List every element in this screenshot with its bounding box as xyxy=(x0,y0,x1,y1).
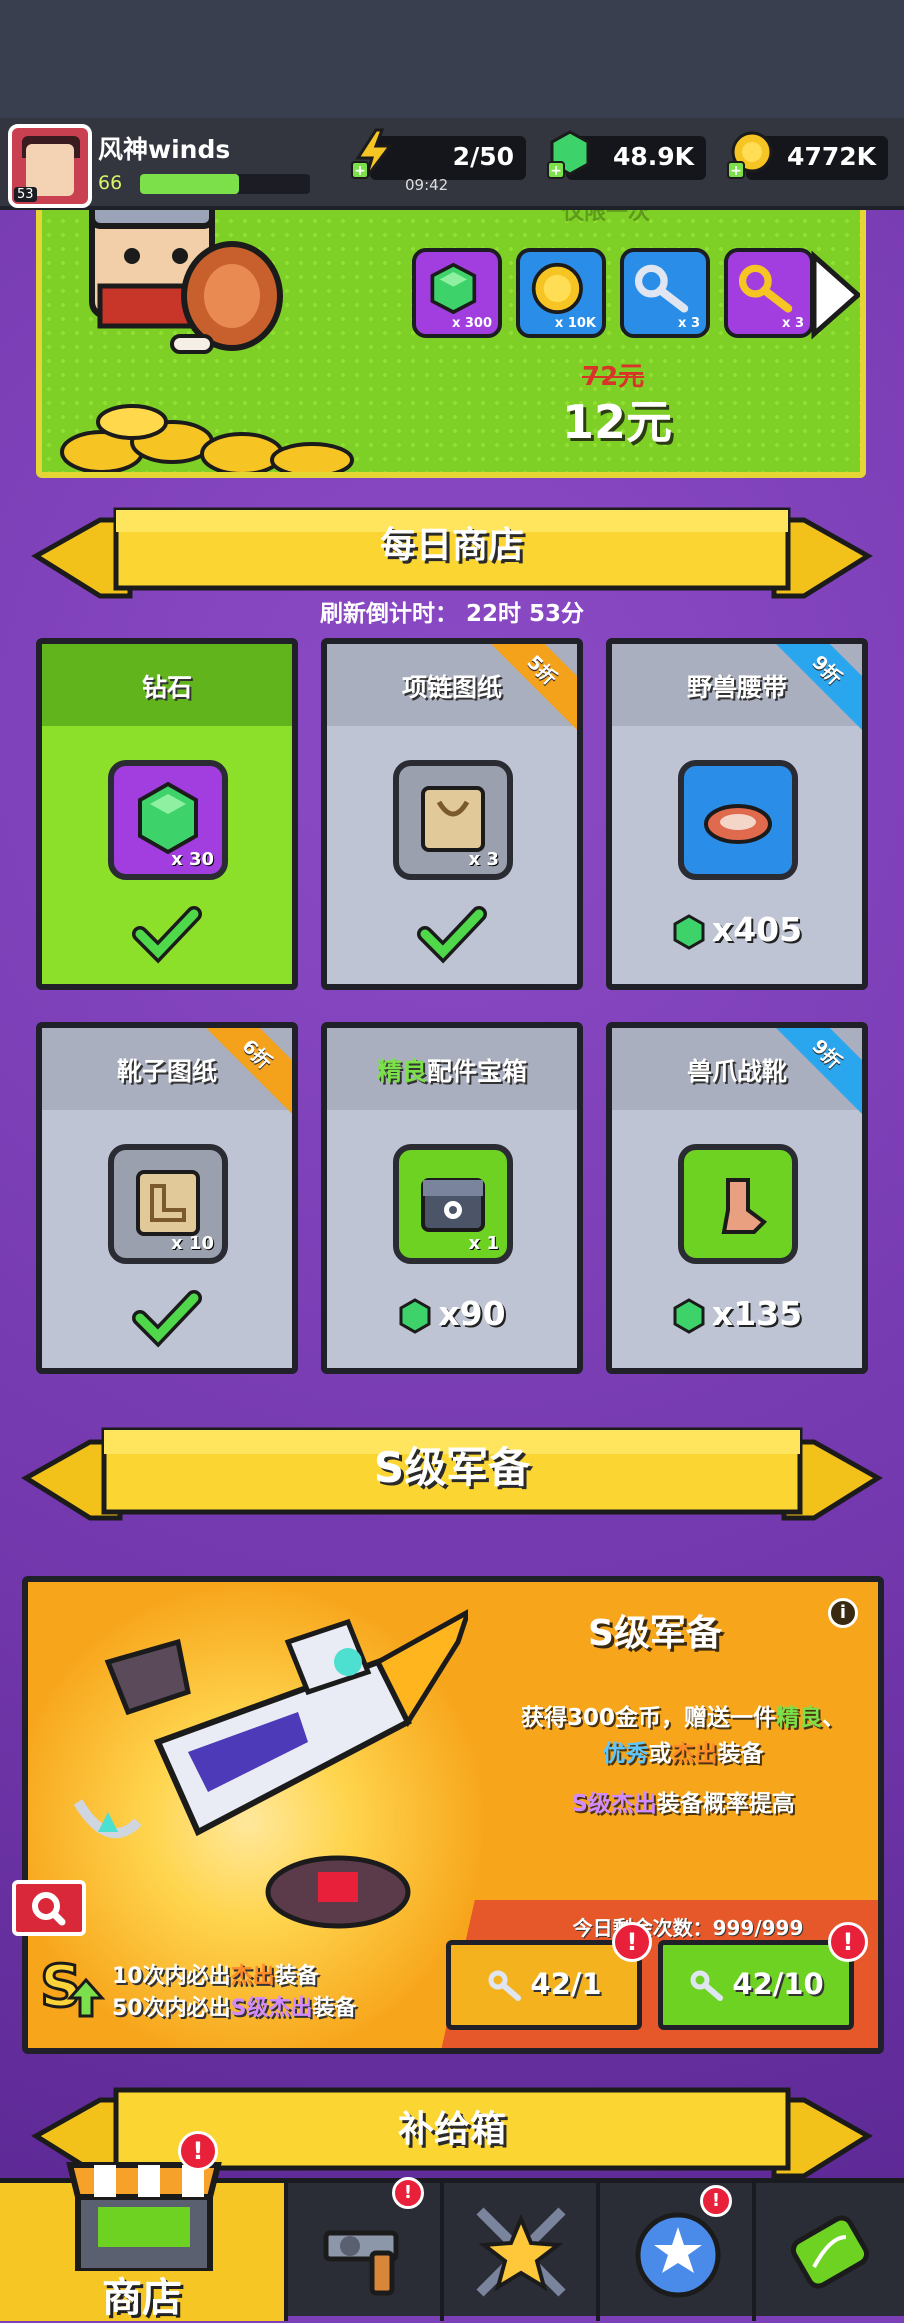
nav-shop[interactable]: ! 商店 xyxy=(0,2131,288,2321)
offer-item-gems[interactable]: x 300 xyxy=(412,248,502,338)
alert-badge-icon: ! xyxy=(612,1922,652,1962)
purchased-check-icon xyxy=(417,906,487,964)
shop-card-accessory-chest[interactable]: 精良配件宝箱 x 1 x90 xyxy=(321,1022,583,1374)
bottom-navigation: ! 商店 ! ! xyxy=(0,2131,904,2321)
s-armament-ribbon-title: S级军备 xyxy=(373,1443,531,1492)
info-icon[interactable]: i xyxy=(828,1598,858,1628)
item-cost: x405 xyxy=(612,904,862,950)
alert-badge-icon: ! xyxy=(392,2177,424,2209)
svg-text:+: + xyxy=(730,163,742,179)
player-level: 66 xyxy=(98,172,123,194)
shop-card-boots-blueprint[interactable]: 靴子图纸 6折 x 10 xyxy=(36,1022,298,1374)
shop-card-necklace-blueprint[interactable]: 项链图纸 5折 x 3 xyxy=(321,638,583,990)
gold-coins-pile xyxy=(60,404,354,472)
draw-ten-button[interactable]: 42/10 xyxy=(658,1940,854,2030)
svg-text:+: + xyxy=(550,163,562,179)
svg-text:S: S xyxy=(40,1952,82,2020)
s-upgrade-badge-icon: S xyxy=(39,1951,106,2020)
player-avatar[interactable]: 53 xyxy=(8,124,92,208)
guarantee-line-2: 50次内必出S级杰出装备 xyxy=(112,1996,357,2021)
card-item-frame xyxy=(678,760,798,880)
item-cost: x90 xyxy=(327,1288,577,1334)
magnifier-icon xyxy=(32,1892,66,1926)
draw-once-button[interactable]: 42/1 xyxy=(446,1940,642,2030)
player-name: 风神winds xyxy=(98,135,231,164)
shop-card-beast-belt[interactable]: 野兽腰带 9折 x405 xyxy=(606,638,868,990)
energy-bolt-icon: + xyxy=(351,128,393,179)
gun-icon xyxy=(323,2230,399,2296)
guarantee-line-1: 10次内必出杰出装备 xyxy=(112,1964,319,1989)
nav-events[interactable]: ! xyxy=(600,2183,756,2321)
silver-key-icon xyxy=(690,1970,724,2001)
s-armament-rate-note: S级杰出装备概率提高 xyxy=(571,1791,795,1817)
crossed-swords-star-icon xyxy=(476,2207,566,2297)
daily-shop-title: 每日商店 xyxy=(379,525,524,566)
s-armament-ribbon: S级军备 xyxy=(0,1422,904,1532)
item-cost: x135 xyxy=(612,1288,862,1334)
alert-badge-icon: ! xyxy=(828,1922,868,1962)
offer-price-button[interactable]: 12元 xyxy=(562,386,672,452)
limited-offer-banner[interactable]: 仅限一次 x 300 x 10K x 3 x 3 72元 12元 xyxy=(36,180,866,478)
beast-belt-icon xyxy=(704,804,772,844)
system-status-bar xyxy=(0,0,904,118)
gem-icon: + xyxy=(547,130,590,179)
card-item-frame: x 3 xyxy=(393,760,513,880)
offer-item-coins[interactable]: x 10K xyxy=(516,248,606,338)
s-armament-description: 获得300金币，赠送一件精良、 优秀或杰出装备 xyxy=(520,1705,845,1767)
gem-icon xyxy=(673,913,705,950)
top-resource-bar: 53 风神winds 66 2/50 + 09:42 48.9K + 4772K… xyxy=(0,118,904,210)
offer-item-gold-keys[interactable]: x 3 xyxy=(724,248,814,338)
purchased-check-icon xyxy=(132,1290,202,1348)
alert-badge-icon: ! xyxy=(700,2185,732,2217)
nav-battle[interactable] xyxy=(444,2183,600,2321)
shop-card-claw-boots[interactable]: 兽爪战靴 9折 x135 xyxy=(606,1022,868,1374)
card-item-frame: x 30 xyxy=(108,760,228,880)
energy-timer: 09:42 xyxy=(405,176,449,194)
card-item-frame: x 10 xyxy=(108,1144,228,1264)
svg-text:+: + xyxy=(354,163,366,179)
dna-capsule-icon xyxy=(790,2215,870,2289)
next-offer-arrow-icon[interactable] xyxy=(808,250,864,340)
gem-icon xyxy=(399,1297,431,1334)
avatar-level-badge: 53 xyxy=(14,187,37,202)
silver-key-icon xyxy=(488,1970,522,2001)
equipment-showcase-illustration xyxy=(73,1609,468,1929)
offer-item-silver-keys[interactable]: x 3 xyxy=(620,248,710,338)
card-item-frame xyxy=(678,1144,798,1264)
alert-badge-icon: ! xyxy=(178,2131,218,2171)
remaining-draws: 今日剩余次数：999/999 xyxy=(572,1916,804,1940)
gem-icon xyxy=(673,1297,705,1334)
nav-tech[interactable] xyxy=(756,2183,904,2321)
nav-weapons[interactable]: ! xyxy=(288,2177,444,2321)
xp-progress-bar xyxy=(140,174,310,194)
shop-card-diamond[interactable]: 钻石 x 30 xyxy=(36,638,298,990)
card-item-frame: x 1 xyxy=(393,1144,513,1264)
coin-icon: + xyxy=(727,131,773,179)
refresh-countdown: 刷新倒计时： 22时 53分 xyxy=(319,601,585,627)
s-armament-title: S级军备 xyxy=(588,1613,722,1654)
purchased-check-icon xyxy=(132,906,202,964)
claw-boots-icon xyxy=(721,1178,768,1234)
search-button[interactable] xyxy=(12,1880,86,1936)
